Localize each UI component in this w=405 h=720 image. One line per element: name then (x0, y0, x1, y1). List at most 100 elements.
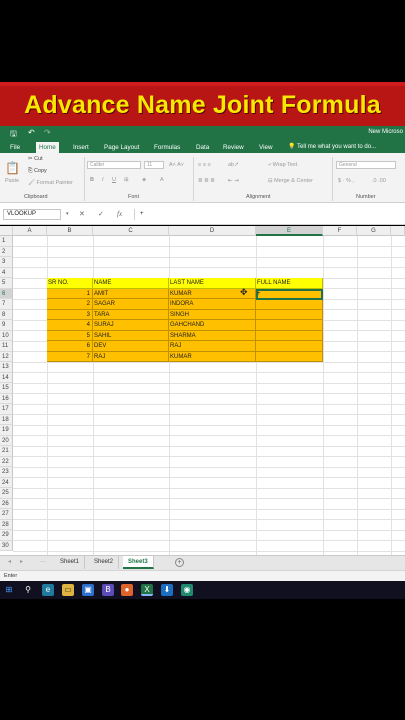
font-size-box[interactable]: 11 (144, 161, 164, 169)
table-cell-last[interactable]: RAJ (169, 341, 256, 352)
table-cell-name[interactable]: RAJ (93, 351, 169, 362)
row-header[interactable]: 12 (0, 351, 13, 362)
row-header[interactable]: 28 (0, 519, 13, 530)
select-all-corner[interactable] (0, 226, 13, 236)
table-cell-full[interactable] (256, 341, 323, 352)
cancel-icon[interactable]: ✕ (79, 210, 85, 218)
column-header-b[interactable]: B (47, 226, 93, 236)
table-cell-full[interactable] (256, 351, 323, 362)
table-cell-full[interactable] (256, 330, 323, 341)
row-header[interactable]: 8 (0, 309, 13, 320)
sheet-more-icon[interactable]: … (40, 558, 46, 564)
edge-browser-icon[interactable]: e (42, 584, 54, 596)
spreadsheet-grid[interactable]: A B C D E F G 1 2 3 4 5 6 7 8 9 10 11 12 13 14 15 16 17 1… (0, 226, 405, 555)
excel-taskbar-icon[interactable]: X (141, 584, 153, 596)
enter-icon[interactable]: ✓ (98, 210, 104, 218)
table-cell-sr[interactable]: 3 (47, 309, 93, 320)
column-header-d[interactable]: D (169, 226, 256, 236)
sheet-next-icon[interactable]: ▸ (20, 558, 23, 565)
tab-data[interactable]: Data (193, 142, 212, 153)
bold-button[interactable]: B (90, 177, 94, 183)
active-cell-e6[interactable] (256, 288, 323, 300)
orientation-icon[interactable]: ab↗ (228, 162, 239, 168)
currency-icon[interactable]: $ · % , (338, 178, 354, 184)
column-header-c[interactable]: C (93, 226, 169, 236)
table-cell-full[interactable] (256, 309, 323, 320)
cut-button[interactable]: ✂ Cut (28, 156, 43, 162)
onenote-icon[interactable]: B (102, 584, 114, 596)
table-cell-last[interactable]: SINGH (169, 309, 256, 320)
camera-app-icon[interactable]: ◉ (181, 584, 193, 596)
row-header[interactable]: 29 (0, 530, 13, 541)
wrap-text-button[interactable]: ⤶ Wrap Text (268, 162, 297, 169)
table-header-cell[interactable]: NAME (93, 278, 169, 289)
tab-file[interactable]: File (7, 142, 23, 153)
table-cell-sr[interactable]: 6 (47, 341, 93, 352)
row-header[interactable]: 26 (0, 498, 13, 509)
table-cell-name[interactable]: AMIT (93, 288, 169, 299)
column-header-a[interactable]: A (13, 226, 47, 236)
name-box[interactable]: VLOOKUP (3, 209, 61, 220)
row-header[interactable]: 6 (0, 288, 13, 299)
sheet-tab-sheet3[interactable]: Sheet3 (123, 556, 154, 569)
table-cell-sr[interactable]: 5 (47, 330, 93, 341)
row-header[interactable]: 20 (0, 435, 13, 446)
paste-button[interactable]: Paste (5, 178, 19, 184)
table-cell-name[interactable]: SAGAR (93, 299, 169, 310)
redo-icon[interactable]: ↷ (44, 128, 51, 137)
row-header[interactable]: 13 (0, 362, 13, 373)
table-cell-last[interactable]: INDORA (169, 299, 256, 310)
table-cell-sr[interactable]: 2 (47, 299, 93, 310)
row-header[interactable]: 15 (0, 383, 13, 394)
search-icon[interactable]: ⚲ (22, 584, 34, 596)
undo-icon[interactable]: ↶ (28, 128, 35, 137)
table-cell-full[interactable] (256, 299, 323, 310)
row-header[interactable]: 24 (0, 477, 13, 488)
table-cell-sr[interactable]: 4 (47, 320, 93, 331)
underline-button[interactable]: U (112, 177, 116, 183)
row-header[interactable]: 17 (0, 404, 13, 415)
fill-color-icon[interactable]: ◈ (142, 177, 146, 183)
tab-page-layout[interactable]: Page Layout (101, 142, 142, 153)
row-header[interactable]: 5 (0, 278, 13, 289)
tab-formulas[interactable]: Formulas (151, 142, 183, 153)
tab-home[interactable]: Home (36, 142, 59, 153)
table-header-cell[interactable]: FULL NAME (256, 278, 323, 289)
borders-icon[interactable]: ⊞ (124, 177, 129, 183)
row-header[interactable]: 22 (0, 456, 13, 467)
row-header[interactable]: 30 (0, 540, 13, 551)
row-header[interactable]: 25 (0, 488, 13, 499)
row-header[interactable]: 19 (0, 425, 13, 436)
row-header[interactable]: 11 (0, 341, 13, 352)
italic-button[interactable]: I (102, 177, 104, 183)
row-header[interactable]: 21 (0, 446, 13, 457)
indent-icon[interactable]: ⇤ ⇥ (228, 178, 239, 184)
decimal-icon[interactable]: .0 .00 (372, 178, 386, 184)
row-header[interactable]: 23 (0, 467, 13, 478)
paste-icon[interactable]: 📋 (5, 161, 20, 175)
table-cell-full[interactable] (256, 320, 323, 331)
column-header-g[interactable]: G (357, 226, 391, 236)
row-header[interactable]: 3 (0, 257, 13, 268)
table-cell-last[interactable]: KUMAR (169, 351, 256, 362)
row-header[interactable]: 2 (0, 246, 13, 257)
table-cell-last[interactable]: GAHCHAND (169, 320, 256, 331)
name-box-dropdown-icon[interactable]: ▾ (66, 211, 69, 217)
font-grow-icon[interactable]: A˄ A˅ (169, 162, 184, 168)
row-header[interactable]: 18 (0, 414, 13, 425)
sheet-tab-sheet1[interactable]: Sheet1 (55, 556, 86, 569)
number-format-box[interactable]: General (336, 161, 396, 169)
column-header-f[interactable]: F (323, 226, 357, 236)
table-cell-name[interactable]: TARA (93, 309, 169, 320)
formula-input[interactable]: + (134, 209, 402, 220)
table-cell-name[interactable]: SAHIL (93, 330, 169, 341)
row-header[interactable]: 16 (0, 393, 13, 404)
table-cell-name[interactable]: DEV (93, 341, 169, 352)
row-header[interactable]: 7 (0, 299, 13, 310)
merge-center-button[interactable]: ⊟ Merge & Center (268, 178, 313, 184)
align-left-icon[interactable]: ≣ ≣ ≣ (198, 178, 215, 184)
table-cell-sr[interactable]: 7 (47, 351, 93, 362)
firefox-icon[interactable]: ● (121, 584, 133, 596)
tab-insert[interactable]: Insert (70, 142, 92, 153)
add-sheet-button[interactable]: + (175, 558, 184, 567)
